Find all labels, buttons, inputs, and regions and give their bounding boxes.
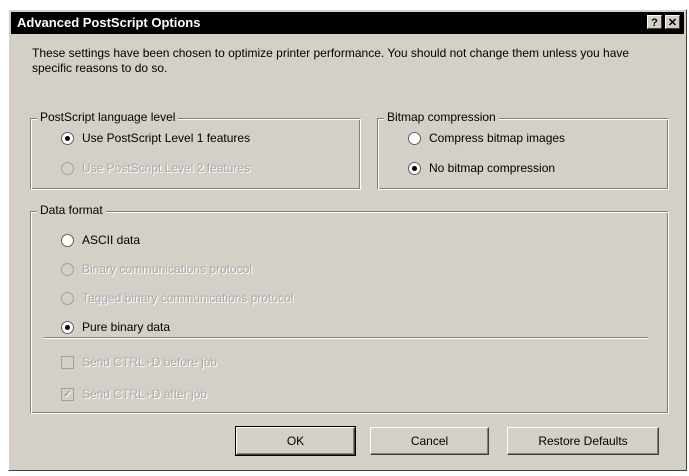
checkbox-ctrl-d-before: Send CTRL+D before job (61, 353, 217, 371)
postscript-level-legend: PostScript language level (37, 110, 179, 124)
radio-label: ASCII data (82, 233, 141, 247)
checkmark-icon: ✓ (61, 387, 74, 401)
radio-postscript-level-2: Use PostScript Level 2 features (61, 159, 250, 177)
radio-compress-bitmap[interactable]: Compress bitmap images (408, 129, 565, 147)
radio-button-disabled (61, 161, 74, 175)
checkbox-disabled (61, 355, 74, 369)
radio-label: Tagged binary communications protocol (82, 291, 294, 305)
radio-label: Use PostScript Level 2 features (82, 161, 251, 175)
radio-label: No bitmap compression (429, 161, 556, 175)
radio-binary-communications: Binary communications protocol (61, 260, 252, 278)
radio-tagged-binary: Tagged binary communications protocol (61, 289, 293, 307)
intro-text: These settings have been chosen to optim… (32, 46, 630, 75)
radio-button-disabled (61, 291, 74, 305)
checkbox-ctrl-d-after: ✓ Send CTRL+D after job (61, 385, 207, 403)
restore-defaults-button[interactable]: Restore Defaults (507, 427, 659, 455)
radio-label: Binary communications protocol (82, 262, 253, 276)
radio-label: Use PostScript Level 1 features (82, 131, 251, 145)
radio-button-selected[interactable] (61, 320, 74, 334)
title-bar: Advanced PostScript Options ? ✕ (11, 12, 684, 34)
bitmap-compression-legend: Bitmap compression (384, 110, 499, 124)
help-icon[interactable]: ? (647, 15, 662, 29)
radio-pure-binary[interactable]: Pure binary data (61, 318, 170, 336)
close-icon[interactable]: ✕ (665, 15, 680, 29)
radio-button-selected[interactable] (408, 161, 421, 175)
cancel-button[interactable]: Cancel (370, 427, 489, 455)
radio-button-selected[interactable] (61, 131, 74, 145)
radio-button[interactable] (61, 233, 74, 247)
radio-ascii-data[interactable]: ASCII data (61, 231, 140, 249)
data-format-legend: Data format (37, 203, 106, 217)
radio-label: Pure binary data (82, 320, 171, 334)
radio-button-disabled (61, 262, 74, 276)
window-title: Advanced PostScript Options (17, 15, 201, 30)
radio-button[interactable] (408, 131, 421, 145)
checkbox-label: Send CTRL+D before job (82, 355, 218, 369)
radio-label: Compress bitmap images (429, 131, 566, 145)
radio-postscript-level-1[interactable]: Use PostScript Level 1 features (61, 129, 250, 147)
ok-button[interactable]: OK (235, 426, 356, 456)
checkbox-label: Send CTRL+D after job (82, 387, 208, 401)
radio-no-bitmap-compression[interactable]: No bitmap compression (408, 159, 555, 177)
separator (44, 337, 648, 339)
